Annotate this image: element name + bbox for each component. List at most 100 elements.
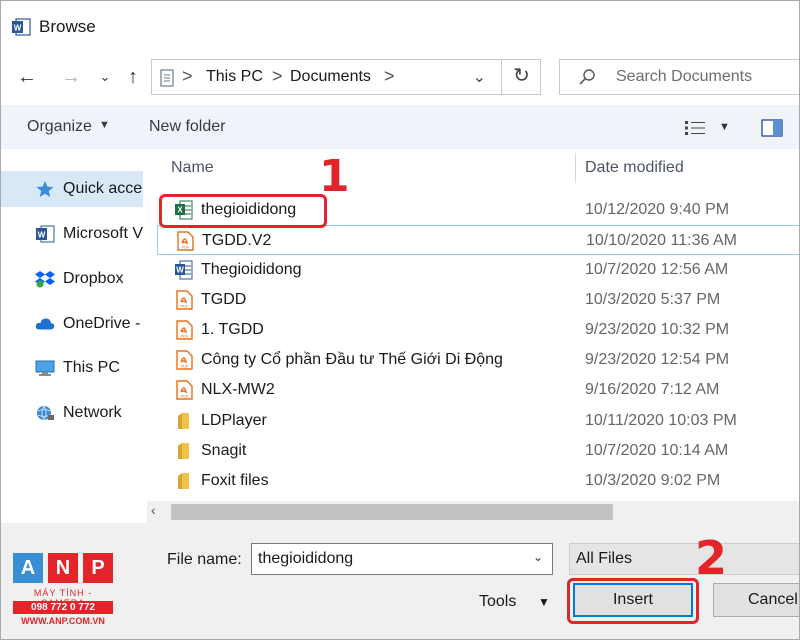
column-header-name[interactable]: Name — [171, 159, 214, 177]
file-row[interactable]: W Thegioididong 10/7/2020 12:56 AM — [157, 255, 799, 285]
breadcrumb-separator[interactable]: > — [384, 66, 395, 87]
chevron-down-icon[interactable]: ⌄ — [93, 65, 117, 89]
file-date: 9/23/2020 10:32 PM — [585, 321, 730, 338]
svg-text:W: W — [176, 266, 184, 275]
breadcrumb-separator: > — [182, 66, 193, 86]
word-icon: W — [36, 225, 55, 243]
view-options-icon[interactable] — [685, 120, 705, 136]
anp-watermark-logo: A N P MÁY TÍNH - CAMERA 098 772 0 772 WW… — [13, 553, 113, 633]
file-type-select[interactable]: All Files — [569, 543, 799, 575]
browse-dialog: W Browse ← → ⌄ ↑ > This PC > Documents >… — [0, 0, 800, 640]
svg-text:PDF: PDF — [181, 304, 190, 309]
pdf-file-icon: PDF — [176, 320, 193, 340]
file-name: NLX-MW2 — [201, 381, 275, 398]
scrollbar-thumb[interactable] — [171, 504, 613, 520]
pdf-file-icon: PDF — [176, 380, 193, 400]
search-box[interactable]: Search Documents — [559, 59, 799, 95]
view-caret-icon[interactable]: ▼ — [719, 121, 730, 133]
sidebar-item-network[interactable]: Network — [1, 395, 143, 431]
dropbox-icon — [35, 271, 55, 288]
sidebar-item-label: Quick acce — [63, 180, 143, 197]
folder-row[interactable]: Foxit files 10/3/2020 9:02 PM — [157, 466, 799, 496]
file-date: 10/7/2020 12:56 AM — [585, 261, 729, 278]
logo-letter: P — [83, 553, 113, 583]
organize-caret-icon[interactable]: ▼ — [99, 119, 110, 131]
window-title: Browse — [39, 17, 96, 36]
address-bar[interactable]: > This PC > Documents > ⌄ — [151, 59, 541, 95]
sidebar-item-onedrive[interactable]: OneDrive - — [1, 306, 143, 342]
organize-button[interactable]: Organize — [27, 118, 92, 136]
horizontal-scrollbar[interactable]: ‹ — [147, 501, 799, 523]
sidebar-item-microsoft[interactable]: W Microsoft V — [1, 216, 143, 252]
preview-pane-icon[interactable] — [761, 119, 783, 137]
file-name: Thegioididong — [201, 261, 302, 278]
folder-icon — [178, 473, 189, 489]
breadcrumb-documents[interactable]: Documents — [290, 68, 371, 86]
logo-phone: 098 772 0 772 — [13, 601, 113, 614]
breadcrumb-this-pc[interactable]: This PC — [206, 68, 263, 86]
command-bar: Organize ▼ New folder ▼ — [1, 105, 799, 149]
file-name: Công ty Cổ phần Đầu tư Thế Giới Di Động — [201, 351, 503, 368]
search-icon — [579, 69, 595, 85]
file-type-value: All Files — [576, 550, 633, 567]
computer-icon — [35, 360, 55, 376]
column-divider[interactable] — [575, 153, 576, 183]
document-location-icon — [160, 69, 174, 87]
folder-row[interactable]: Snagit 10/7/2020 10:14 AM — [157, 436, 799, 466]
word-file-icon: W — [175, 260, 193, 280]
file-row[interactable]: PDF TGDD 10/3/2020 5:37 PM — [157, 285, 799, 315]
chevron-down-icon[interactable]: ⌄ — [533, 550, 543, 564]
folder-icon — [178, 413, 189, 429]
file-row[interactable]: PDF 1. TGDD 9/23/2020 10:32 PM — [157, 315, 799, 345]
scroll-left-icon[interactable]: ‹ — [151, 502, 156, 518]
file-date: 10/10/2020 11:36 AM — [586, 232, 737, 249]
folder-name: Snagit — [201, 442, 247, 459]
file-name-input[interactable] — [251, 543, 553, 575]
sidebar-item-label: OneDrive - — [63, 315, 141, 332]
file-row[interactable]: PDF NLX-MW2 9/16/2020 7:12 AM — [157, 375, 799, 405]
file-date: 10/11/2020 10:03 PM — [585, 412, 737, 429]
refresh-icon[interactable]: ↻ — [501, 59, 541, 95]
pdf-file-icon: PDF — [176, 290, 193, 310]
svg-text:W: W — [38, 231, 46, 240]
sidebar-item-this-pc[interactable]: This PC — [1, 350, 143, 386]
file-date: 9/23/2020 12:54 PM — [585, 351, 730, 368]
new-folder-button[interactable]: New folder — [149, 118, 225, 136]
file-row[interactable]: PDF TGDD.V2 10/10/2020 11:36 AM — [157, 225, 799, 255]
folder-row[interactable]: LDPlayer 10/11/2020 10:03 PM — [157, 406, 799, 436]
arrow-up-icon[interactable]: ↑ — [121, 65, 145, 89]
file-name: TGDD.V2 — [202, 232, 272, 249]
title-bar: W Browse — [1, 1, 799, 53]
file-name-label: File name: — [167, 551, 242, 568]
annotation-highlight-file — [159, 194, 327, 228]
sidebar-item-label: Network — [63, 404, 122, 421]
arrow-right-icon[interactable]: → — [59, 65, 83, 89]
logo-website: WWW.ANP.COM.VN — [21, 616, 105, 626]
folder-name: Foxit files — [201, 472, 269, 489]
file-date: 10/3/2020 9:02 PM — [585, 472, 721, 489]
search-placeholder: Search Documents — [616, 68, 753, 85]
tools-caret-icon[interactable]: ▼ — [538, 595, 550, 609]
column-header-date-modified[interactable]: Date modified — [585, 159, 684, 177]
breadcrumb-separator[interactable]: > — [272, 66, 283, 87]
sidebar-item-dropbox[interactable]: Dropbox — [1, 261, 143, 297]
annotation-step-number: 2 — [695, 531, 728, 585]
file-date: 9/16/2020 7:12 AM — [585, 381, 720, 398]
star-icon — [36, 181, 54, 197]
tools-menu[interactable]: Tools — [479, 593, 516, 611]
word-icon: W — [12, 18, 31, 36]
file-date: 10/12/2020 9:40 PM — [585, 201, 730, 218]
address-dropdown-icon[interactable]: ⌄ — [473, 67, 486, 87]
arrow-left-icon[interactable]: ← — [15, 65, 39, 89]
svg-text:PDF: PDF — [181, 334, 190, 339]
cancel-button[interactable]: Cancel — [713, 583, 799, 617]
annotation-step-number: 1 — [319, 151, 350, 202]
sidebar-item-label: This PC — [63, 359, 120, 376]
file-name: TGDD — [201, 291, 247, 308]
file-row[interactable]: PDF Công ty Cổ phần Đầu tư Thế Giới Di Đ… — [157, 345, 799, 375]
network-icon — [37, 405, 54, 421]
logo-letter: N — [48, 553, 78, 583]
file-date: 10/3/2020 5:37 PM — [585, 291, 721, 308]
logo-letter: A — [13, 553, 43, 583]
sidebar-item-quick-access[interactable]: Quick acce — [1, 171, 143, 207]
